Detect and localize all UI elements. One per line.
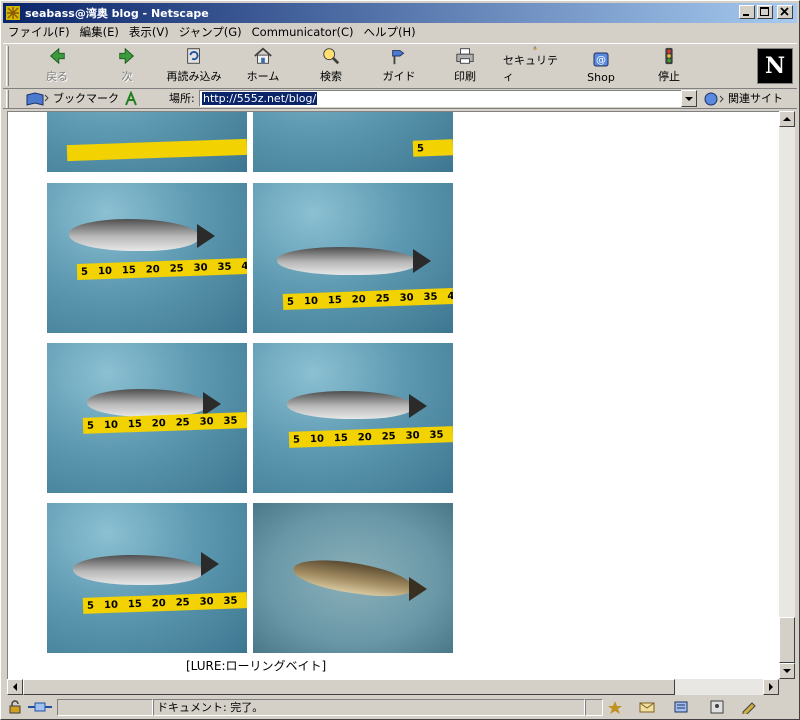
fish-photo[interactable] xyxy=(47,112,247,172)
maximize-icon xyxy=(760,7,769,16)
arrow-left-icon xyxy=(13,683,17,691)
status-bar: ドキュメント: 完了。 xyxy=(3,697,797,717)
netscape-logo[interactable]: N xyxy=(757,48,793,84)
related-sites-icon xyxy=(704,92,724,106)
fish-photo[interactable]: 5 10 15 20 25 30 35 xyxy=(47,343,247,493)
horizontal-scrollbar[interactable] xyxy=(7,679,779,695)
home-icon xyxy=(254,47,272,64)
print-button[interactable]: 印刷 xyxy=(445,46,485,88)
arrow-up-icon xyxy=(783,117,791,121)
url-dropdown-button[interactable] xyxy=(681,90,697,107)
guide-icon xyxy=(392,50,405,65)
reload-icon xyxy=(187,48,200,64)
menu-bar: ファイル(F) 編集(E) 表示(V) ジャンプ(G) Communicator… xyxy=(3,23,797,41)
reload-button[interactable]: 再読み込み xyxy=(161,46,227,88)
title-bar[interactable]: seabass@湾奥 blog - Netscape xyxy=(3,3,797,23)
stop-button[interactable]: 停止 xyxy=(649,46,689,88)
related-sites-button[interactable]: 関連サイト xyxy=(703,89,783,109)
menu-go[interactable]: ジャンプ(G) xyxy=(174,23,247,41)
page-proxy-icon[interactable] xyxy=(123,89,139,109)
vertical-scrollbar[interactable] xyxy=(779,111,795,679)
online-status-icon[interactable] xyxy=(27,700,53,714)
url-input[interactable]: http://555z.net/blog/ xyxy=(199,90,683,107)
guide-button[interactable]: ガイド xyxy=(379,46,419,88)
menu-help[interactable]: ヘルプ(H) xyxy=(359,23,421,41)
arrow-down-icon xyxy=(783,669,791,673)
status-divider-panel xyxy=(585,699,603,716)
scroll-down-button[interactable] xyxy=(779,663,795,679)
fish-photo[interactable]: 5 10 15 20 25 30 35 xyxy=(47,503,247,653)
back-button[interactable]: 戻る xyxy=(37,46,77,88)
lock-icon xyxy=(533,46,537,50)
location-toolbar: ブックマーク 場所: http://555z.net/blog/ 関連サイト xyxy=(3,89,797,109)
scroll-left-button[interactable] xyxy=(7,679,23,695)
hscroll-thumb[interactable] xyxy=(23,679,675,695)
bookmarks-button[interactable]: ブックマーク xyxy=(25,89,119,109)
stop-icon xyxy=(665,47,673,65)
page-content: 5 510152025303540 51015202530354045 xyxy=(7,111,779,679)
navigation-toolbar: 戻る 次 再読み込み ホーム 検索 ガイド 印刷 セキュリティ @ Shop 停… xyxy=(3,43,797,89)
back-arrow-icon xyxy=(49,47,65,65)
scroll-up-button[interactable] xyxy=(779,111,795,127)
arrow-right-icon xyxy=(769,683,773,691)
scroll-thumb[interactable] xyxy=(779,617,795,663)
location-label: 場所: xyxy=(169,92,195,105)
lure-caption: [LURE:ローリングベイト] xyxy=(186,659,327,673)
chevron-down-icon xyxy=(685,97,693,101)
newsgroup-component-icon[interactable] xyxy=(673,700,689,714)
minimize-button[interactable] xyxy=(739,5,755,19)
search-icon xyxy=(323,48,340,65)
fish-photo[interactable]: 51015202530354045 xyxy=(253,343,453,493)
address-book-component-icon[interactable] xyxy=(709,700,725,714)
close-button[interactable] xyxy=(777,5,793,19)
close-icon xyxy=(780,7,789,16)
navigator-component-icon[interactable] xyxy=(607,700,623,714)
shop-icon: @ xyxy=(593,52,609,67)
scroll-corner xyxy=(779,679,795,695)
scroll-right-button[interactable] xyxy=(763,679,779,695)
bookmark-icon xyxy=(26,92,49,106)
home-button[interactable]: ホーム xyxy=(243,46,283,88)
shop-button[interactable]: @ Shop xyxy=(581,46,621,88)
maximize-button[interactable] xyxy=(757,5,773,19)
fish-photo[interactable]: 5 10 15 20 25 30 35 40 xyxy=(47,183,247,333)
minimize-icon xyxy=(743,14,749,16)
menu-file[interactable]: ファイル(F) xyxy=(3,23,75,41)
browser-window: seabass@湾奥 blog - Netscape ファイル(F) 編集(E)… xyxy=(0,0,800,720)
forward-button[interactable]: 次 xyxy=(107,46,147,88)
fish-photo[interactable] xyxy=(253,503,453,653)
security-lock-icon[interactable] xyxy=(7,700,23,714)
mail-component-icon[interactable] xyxy=(639,700,655,714)
menu-edit[interactable]: 編集(E) xyxy=(75,23,124,41)
status-text: ドキュメント: 完了。 xyxy=(153,699,585,716)
page-proxy-icon-glyph xyxy=(125,91,137,106)
menu-view[interactable]: 表示(V) xyxy=(124,23,174,41)
window-title: seabass@湾奥 blog - Netscape xyxy=(25,7,209,20)
fish-photo[interactable]: 51015202530354045 xyxy=(253,183,453,333)
toolbar-grip[interactable] xyxy=(6,46,9,86)
forward-arrow-icon xyxy=(119,47,135,65)
locbar-grip[interactable] xyxy=(6,90,9,108)
menu-communicator[interactable]: Communicator(C) xyxy=(247,23,359,41)
svg-text:@: @ xyxy=(596,55,606,66)
netscape-app-icon[interactable] xyxy=(5,5,21,21)
printer-icon xyxy=(456,48,474,64)
composer-component-icon[interactable] xyxy=(741,700,757,716)
progress-panel xyxy=(57,699,153,716)
fish-photo[interactable]: 5 xyxy=(253,112,453,172)
search-button[interactable]: 検索 xyxy=(311,46,351,88)
security-button[interactable]: セキュリティ xyxy=(503,46,567,88)
